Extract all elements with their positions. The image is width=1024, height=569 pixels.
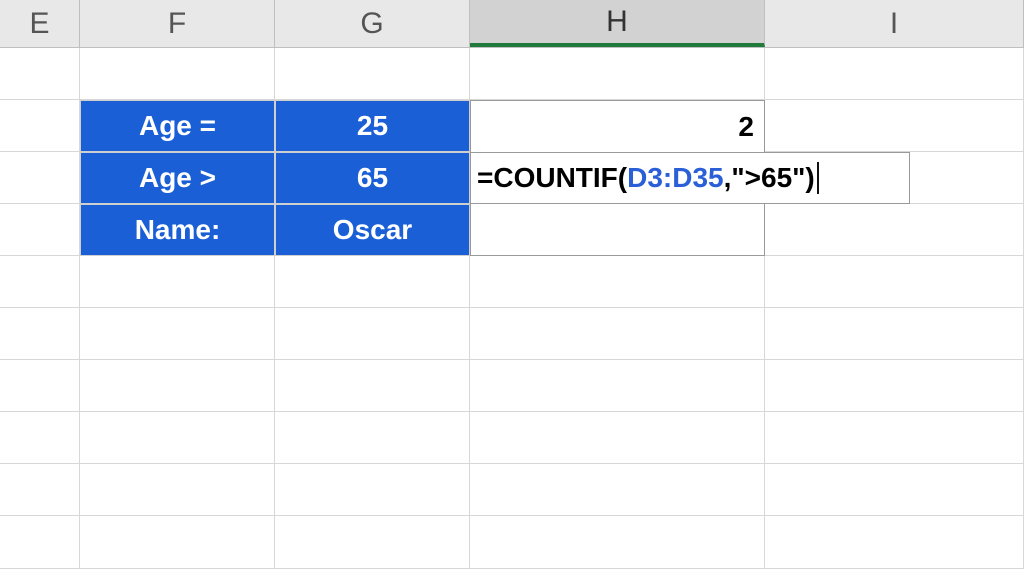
cell-E2[interactable] xyxy=(0,48,80,100)
spreadsheet-grid[interactable]: E F G H I Age = xyxy=(0,0,1024,569)
cell-H5-outline[interactable] xyxy=(470,204,765,256)
cell-E11[interactable] xyxy=(0,516,80,569)
cell-E8[interactable] xyxy=(0,360,80,412)
cell-F8[interactable] xyxy=(80,360,275,412)
col-header-E[interactable]: E xyxy=(0,0,80,47)
col-header-I[interactable]: I xyxy=(765,0,1024,47)
cell-G2[interactable] xyxy=(275,48,470,100)
cell-E9[interactable] xyxy=(0,412,80,464)
cell-H2[interactable] xyxy=(470,48,765,100)
cell-I11[interactable] xyxy=(765,516,1024,569)
cell-H11[interactable] xyxy=(470,516,765,569)
cell-H9[interactable] xyxy=(470,412,765,464)
cell-I8[interactable] xyxy=(765,360,1024,412)
col-header-F[interactable]: F xyxy=(80,0,275,47)
cell-F11[interactable] xyxy=(80,516,275,569)
cell-G6[interactable] xyxy=(275,256,470,308)
cell-E7[interactable] xyxy=(0,308,80,360)
cell-G9[interactable] xyxy=(275,412,470,464)
cell-F2[interactable] xyxy=(80,48,275,100)
cell-G10[interactable] xyxy=(275,464,470,516)
cell-H7[interactable] xyxy=(470,308,765,360)
cell-F9[interactable] xyxy=(80,412,275,464)
cell-F7[interactable] xyxy=(80,308,275,360)
cell-F5[interactable]: Name: xyxy=(80,204,275,256)
cell-E5[interactable] xyxy=(0,204,80,256)
cell-G7[interactable] xyxy=(275,308,470,360)
text-caret-icon xyxy=(817,162,819,194)
cell-I10[interactable] xyxy=(765,464,1024,516)
col-header-G[interactable]: G xyxy=(275,0,470,47)
column-headers: E F G H I xyxy=(0,0,1024,48)
cell-H10[interactable] xyxy=(470,464,765,516)
cell-F6[interactable] xyxy=(80,256,275,308)
cell-F3[interactable]: Age = xyxy=(80,100,275,152)
cell-H3[interactable]: 2 xyxy=(470,100,765,152)
cell-E6[interactable] xyxy=(0,256,80,308)
cell-H8[interactable] xyxy=(470,360,765,412)
cell-E3[interactable] xyxy=(0,100,80,152)
cell-I5[interactable] xyxy=(765,204,1024,256)
cell-G4[interactable]: 65 xyxy=(275,152,470,204)
formula-prefix: =COUNTIF( xyxy=(477,162,627,194)
cell-I6[interactable] xyxy=(765,256,1024,308)
cell-I3[interactable] xyxy=(765,100,1024,152)
col-header-H[interactable]: H xyxy=(470,0,765,47)
cell-F4[interactable]: Age > xyxy=(80,152,275,204)
cell-I9[interactable] xyxy=(765,412,1024,464)
cell-G11[interactable] xyxy=(275,516,470,569)
cell-G3[interactable]: 25 xyxy=(275,100,470,152)
cell-G8[interactable] xyxy=(275,360,470,412)
cell-H4-formula-editor[interactable]: =COUNTIF(D3:D35,">65") xyxy=(470,152,910,204)
formula-suffix: ,">65") xyxy=(724,162,815,194)
formula-range-ref: D3:D35 xyxy=(627,162,723,194)
cell-E4[interactable] xyxy=(0,152,80,204)
cell-G5[interactable]: Oscar xyxy=(275,204,470,256)
cell-H6[interactable] xyxy=(470,256,765,308)
cell-I7[interactable] xyxy=(765,308,1024,360)
cell-I2[interactable] xyxy=(765,48,1024,100)
cell-F10[interactable] xyxy=(80,464,275,516)
cell-E10[interactable] xyxy=(0,464,80,516)
